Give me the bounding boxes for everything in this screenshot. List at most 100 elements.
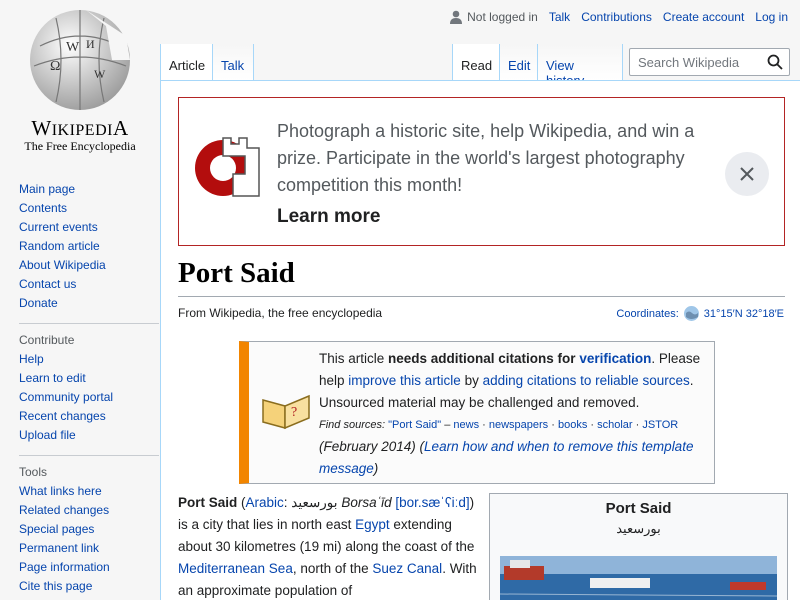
tab-label: Read bbox=[461, 58, 493, 73]
book-question-icon: ? bbox=[262, 394, 310, 430]
sidebar-link[interactable]: Cite this page bbox=[19, 579, 92, 593]
sidebar-item-help[interactable]: Help bbox=[19, 350, 160, 369]
citation-needed-notice: ? This article needs additional citation… bbox=[239, 341, 715, 484]
tab-read[interactable]: Read bbox=[452, 44, 499, 80]
sidebar-item-upload-file[interactable]: Upload file bbox=[19, 426, 160, 445]
personal-tools: Not logged in Talk Contributions Create … bbox=[450, 10, 788, 24]
infobox-native-name: بورسعيد bbox=[616, 521, 661, 536]
wikipedia-logo[interactable]: W Ω И W WIKIPEDIA The Free Encyclopedia bbox=[0, 0, 160, 160]
title-divider bbox=[178, 296, 785, 297]
find-sources-label: Find sources: bbox=[319, 419, 386, 431]
tab-talk[interactable]: Talk bbox=[212, 44, 254, 80]
infobox: Port Said بورسعيد bbox=[489, 493, 788, 600]
sidebar-link[interactable]: Contents bbox=[19, 201, 67, 215]
find-sources-scholar[interactable]: scholar bbox=[597, 419, 632, 431]
sidebar-link[interactable]: What links here bbox=[19, 484, 102, 498]
contribute-heading: Contribute bbox=[19, 333, 75, 347]
sidebar-link[interactable]: Help bbox=[19, 352, 44, 366]
sidebar-link[interactable]: Donate bbox=[19, 296, 58, 310]
find-sources-newspapers[interactable]: newspapers bbox=[489, 419, 548, 431]
sidebar-divider bbox=[19, 455, 159, 456]
tools-heading: Tools bbox=[19, 465, 48, 479]
notice-body: This article needs additional citations … bbox=[319, 348, 719, 480]
infobox-photo[interactable] bbox=[500, 556, 777, 600]
sidebar-item-contents[interactable]: Contents bbox=[19, 199, 160, 218]
sidebar-link[interactable]: Community portal bbox=[19, 390, 113, 404]
sidebar-link[interactable]: Recent changes bbox=[19, 409, 106, 423]
improve-article-link[interactable]: improve this article bbox=[348, 373, 461, 388]
login-link[interactable]: Log in bbox=[755, 10, 788, 24]
create-account-link[interactable]: Create account bbox=[663, 10, 744, 24]
sidebar-item-related-changes[interactable]: Related changes bbox=[19, 501, 160, 520]
sidebar-link[interactable]: Related changes bbox=[19, 503, 109, 517]
coordinates-label[interactable]: Coordinates: bbox=[616, 308, 678, 320]
tab-label: Talk bbox=[221, 58, 245, 73]
sidebar-link[interactable]: Main page bbox=[19, 182, 75, 196]
sidebar-link[interactable]: Special pages bbox=[19, 522, 94, 536]
sidebar-link[interactable]: Current events bbox=[19, 220, 98, 234]
sidebar-item-learn-to-edit[interactable]: Learn to edit bbox=[19, 369, 160, 388]
ipa-link[interactable]: [bor.sæˈʕiːd] bbox=[395, 495, 469, 510]
banner-close-button[interactable] bbox=[725, 152, 769, 196]
sidebar-link[interactable]: Learn to edit bbox=[19, 371, 86, 385]
sidebar-item-community-portal[interactable]: Community portal bbox=[19, 388, 160, 407]
user-talk-link[interactable]: Talk bbox=[549, 10, 570, 24]
arabic-language-link[interactable]: Arabic bbox=[246, 495, 284, 510]
sidebar-link[interactable]: Page information bbox=[19, 560, 110, 574]
coordinates-value[interactable]: 31°15′N 32°18′E bbox=[704, 308, 784, 320]
mediterranean-link[interactable]: Mediterranean Sea bbox=[178, 561, 293, 576]
not-logged-in-text: Not logged in bbox=[467, 10, 538, 24]
user-icon bbox=[450, 10, 463, 24]
tab-label: Edit bbox=[508, 58, 531, 73]
verification-link[interactable]: verification bbox=[579, 351, 651, 366]
sidebar-item-special-pages[interactable]: Special pages bbox=[19, 520, 160, 539]
find-sources-jstor[interactable]: JSTOR bbox=[642, 419, 678, 431]
sidebar-item-page-information[interactable]: Page information bbox=[19, 558, 160, 577]
adding-citations-link[interactable]: adding citations to reliable sources bbox=[483, 373, 690, 388]
suez-canal-link[interactable]: Suez Canal bbox=[372, 561, 442, 576]
contributions-link[interactable]: Contributions bbox=[581, 10, 652, 24]
tab-view-history[interactable]: View history bbox=[537, 44, 623, 88]
sidebar-link[interactable]: Permanent link bbox=[19, 541, 99, 555]
sidebar-link[interactable]: Random article bbox=[19, 239, 100, 253]
globe-small-icon[interactable] bbox=[683, 305, 700, 322]
find-sources-query[interactable]: "Port Said" bbox=[388, 419, 441, 431]
svg-text:W: W bbox=[66, 40, 80, 55]
tab-article[interactable]: Article bbox=[160, 44, 212, 80]
learn-more-link[interactable]: Learn more bbox=[277, 206, 380, 228]
sidebar-item-donate[interactable]: Donate bbox=[19, 294, 160, 313]
globe-icon: W Ω И W bbox=[30, 10, 130, 110]
sidebar-item-permanent-link[interactable]: Permanent link bbox=[19, 539, 160, 558]
logo-wordmark: WIKIPEDIA bbox=[31, 116, 129, 140]
sidebar-item-random-article[interactable]: Random article bbox=[19, 237, 160, 256]
find-sources-news[interactable]: news bbox=[453, 419, 479, 431]
sidebar-item-current-events[interactable]: Current events bbox=[19, 218, 160, 237]
notice-text: This article bbox=[319, 351, 389, 366]
search-icon[interactable] bbox=[767, 54, 783, 70]
find-sources: Find sources: "Port Said" – news · newsp… bbox=[319, 419, 679, 431]
sidebar-link[interactable]: About Wikipedia bbox=[19, 258, 106, 272]
sidebar-item-main-page[interactable]: Main page bbox=[19, 180, 160, 199]
sidebar: Main page Contents Current events Random… bbox=[0, 180, 160, 596]
lead-paragraph: Port Said (Arabic: بورسعيد Borsaʿīd [bor… bbox=[178, 495, 477, 598]
svg-text:Ω: Ω bbox=[50, 59, 60, 74]
tab-edit[interactable]: Edit bbox=[499, 44, 537, 80]
lead-text: is a city that lies in north east bbox=[178, 517, 356, 532]
find-sources-books[interactable]: books bbox=[558, 419, 587, 431]
sidebar-item-recent-changes[interactable]: Recent changes bbox=[19, 407, 160, 426]
notice-date: (February 2014) bbox=[319, 439, 416, 454]
sidebar-item-contact[interactable]: Contact us bbox=[19, 275, 160, 294]
sidebar-item-what-links-here[interactable]: What links here bbox=[19, 482, 160, 501]
egypt-link[interactable]: Egypt bbox=[355, 517, 390, 532]
not-logged-in: Not logged in bbox=[450, 10, 538, 24]
coordinates: Coordinates: 31°15′N 32°18′E bbox=[616, 305, 784, 322]
search-placeholder: Search Wikipedia bbox=[638, 55, 740, 70]
sidebar-item-about[interactable]: About Wikipedia bbox=[19, 256, 160, 275]
sidebar-link[interactable]: Contact us bbox=[19, 277, 76, 291]
search-input[interactable]: Search Wikipedia bbox=[629, 48, 790, 76]
sidebar-item-cite-this-page[interactable]: Cite this page bbox=[19, 577, 160, 596]
svg-text:И: И bbox=[86, 37, 95, 51]
sidebar-link[interactable]: Upload file bbox=[19, 428, 76, 442]
central-notice-banner: Photograph a historic site, help Wikiped… bbox=[178, 97, 785, 246]
transliteration: Borsaʿīd bbox=[341, 495, 392, 510]
